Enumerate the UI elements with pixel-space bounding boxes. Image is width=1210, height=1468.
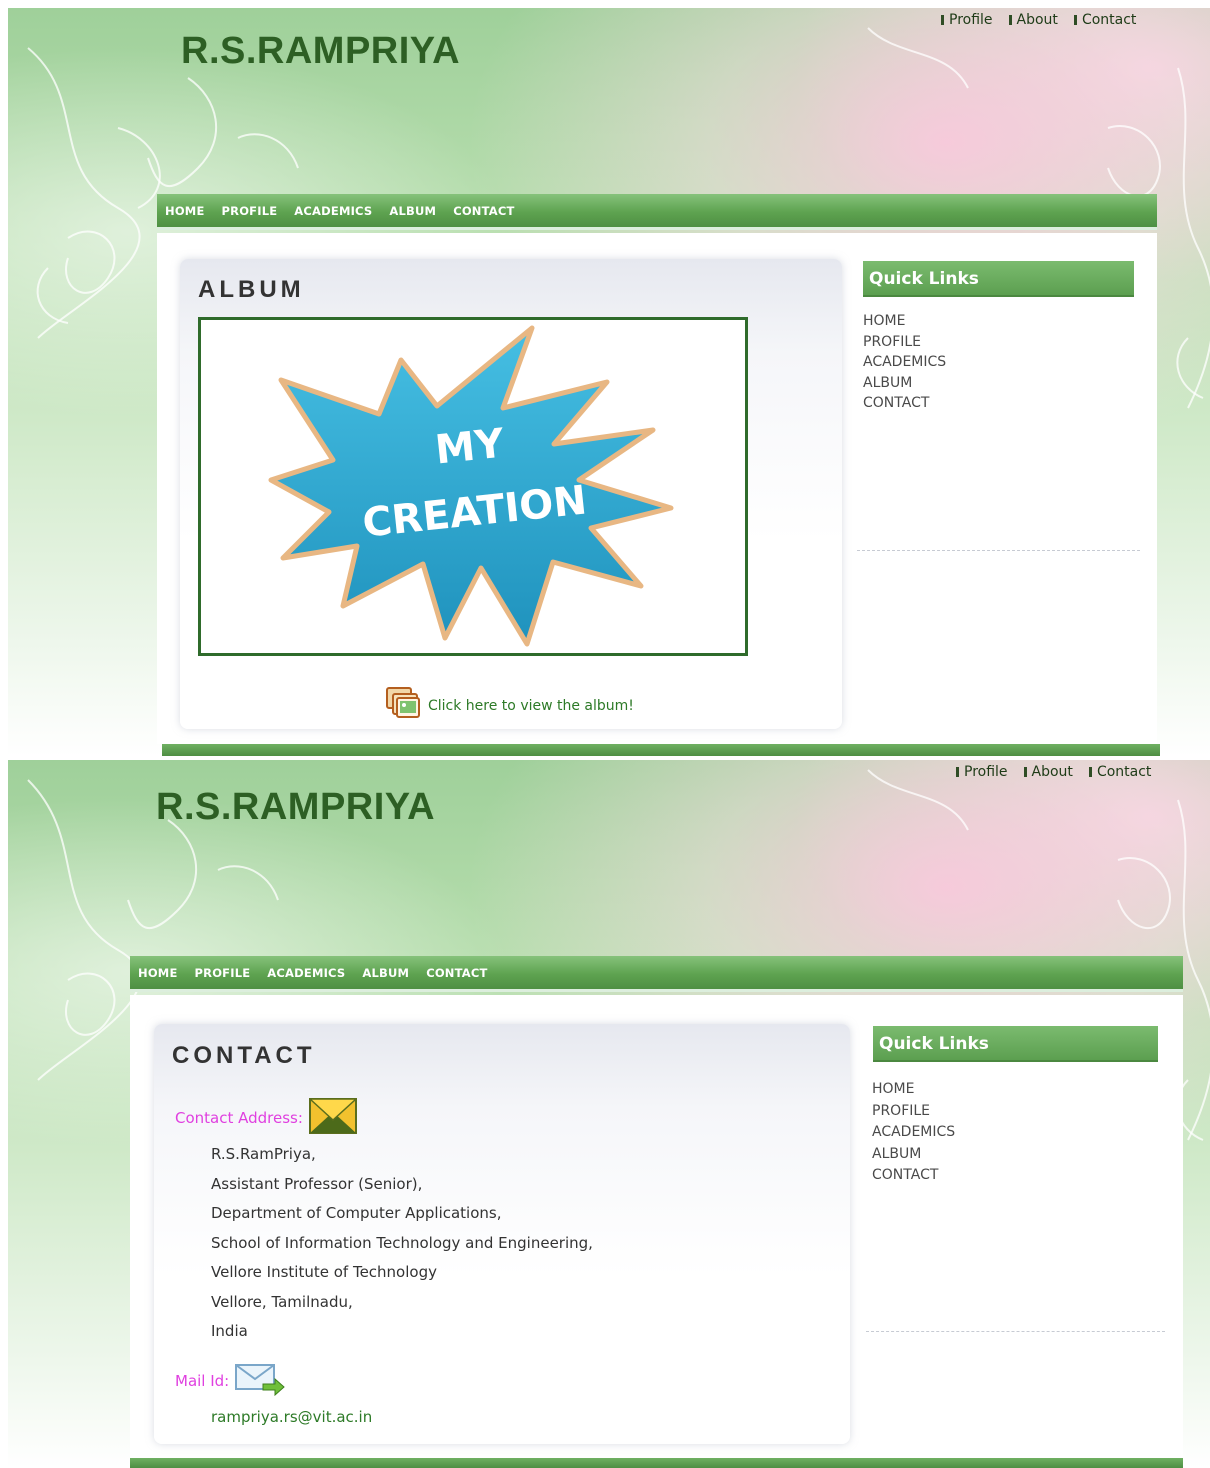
quick-links-divider xyxy=(857,550,1140,551)
nav-contact[interactable]: CONTACT xyxy=(453,204,514,218)
album-icon xyxy=(386,687,422,725)
quick-link-contact[interactable]: CONTACT xyxy=(863,393,946,414)
address-lines: R.S.RamPriya, Assistant Professor (Senio… xyxy=(211,1140,593,1347)
address-line: Department of Computer Applications, xyxy=(211,1204,502,1222)
top-links: Profile About Contact xyxy=(956,764,1151,780)
nav-academics[interactable]: ACADEMICS xyxy=(267,966,345,980)
toplink-about[interactable]: About xyxy=(1023,764,1073,780)
quick-link-academics[interactable]: ACADEMICS xyxy=(872,1122,955,1144)
quick-link-home[interactable]: HOME xyxy=(863,311,946,332)
nav-profile[interactable]: PROFILE xyxy=(195,966,251,980)
address-line: Vellore Institute of Technology xyxy=(211,1263,437,1281)
album-panel: ALBUM MY CREATION Click here to view the… xyxy=(180,259,842,729)
nav-contact[interactable]: CONTACT xyxy=(426,966,487,980)
nav-profile[interactable]: PROFILE xyxy=(222,204,278,218)
contact-address-label: Contact Address: xyxy=(175,1098,358,1138)
album-page: R.S.RAMPRIYA Profile About Contact HOME … xyxy=(8,8,1210,756)
address-line: Vellore, Tamilnadu, xyxy=(211,1292,353,1311)
contact-page: R.S.RAMPRIYA Profile About Contact HOME … xyxy=(8,760,1210,1468)
toplink-contact[interactable]: Contact xyxy=(1088,764,1151,780)
footer-bar xyxy=(162,744,1160,756)
address-line: Assistant Professor (Senior), xyxy=(211,1174,423,1193)
quick-links-header: Quick Links xyxy=(863,261,1134,297)
address-line: R.S.RamPriya, xyxy=(211,1145,316,1163)
nav-album[interactable]: ALBUM xyxy=(362,966,409,980)
mail-send-icon xyxy=(235,1362,286,1400)
address-line: India xyxy=(211,1322,248,1340)
page-title: ALBUM xyxy=(198,276,305,303)
nav-album[interactable]: ALBUM xyxy=(389,204,436,218)
album-image[interactable]: MY CREATION xyxy=(198,317,748,656)
view-album-text: Click here to view the album! xyxy=(428,698,634,714)
site-title: R.S.RAMPRIYA xyxy=(181,30,461,72)
main-nav: HOME PROFILE ACADEMICS ALBUM CONTACT xyxy=(130,956,1183,992)
starburst-line-1: MY xyxy=(433,420,507,473)
quick-link-album[interactable]: ALBUM xyxy=(872,1144,955,1166)
quick-links-header: Quick Links xyxy=(873,1026,1158,1062)
email-link[interactable]: rampriya.rs@vit.ac.in xyxy=(211,1408,372,1426)
footer-bar xyxy=(130,1458,1183,1468)
contact-panel: CONTACT Contact Address: R.S.RamPriya, A… xyxy=(154,1024,850,1444)
quick-links-list: HOME PROFILE ACADEMICS ALBUM CONTACT xyxy=(872,1079,955,1187)
quick-links-list: HOME PROFILE ACADEMICS ALBUM CONTACT xyxy=(863,311,946,414)
quick-link-contact[interactable]: CONTACT xyxy=(872,1165,955,1187)
quick-link-academics[interactable]: ACADEMICS xyxy=(863,352,946,373)
quick-link-home[interactable]: HOME xyxy=(872,1079,955,1101)
view-album-link[interactable]: Click here to view the album! xyxy=(386,687,634,725)
my-creation-starburst: MY CREATION xyxy=(268,325,674,647)
page-title: CONTACT xyxy=(172,1042,316,1069)
quick-link-profile[interactable]: PROFILE xyxy=(863,332,946,353)
quick-link-album[interactable]: ALBUM xyxy=(863,373,946,394)
nav-home[interactable]: HOME xyxy=(138,966,178,980)
toplink-about[interactable]: About xyxy=(1008,12,1058,28)
main-nav: HOME PROFILE ACADEMICS ALBUM CONTACT xyxy=(157,194,1157,230)
top-links: Profile About Contact xyxy=(941,12,1136,28)
nav-home[interactable]: HOME xyxy=(165,204,205,218)
nav-academics[interactable]: ACADEMICS xyxy=(294,204,372,218)
address-line: School of Information Technology and Eng… xyxy=(211,1233,593,1252)
toplink-contact[interactable]: Contact xyxy=(1073,12,1136,28)
toplink-profile[interactable]: Profile xyxy=(956,764,1008,780)
site-title: R.S.RAMPRIYA xyxy=(156,786,436,828)
envelope-icon xyxy=(307,1098,358,1138)
quick-link-profile[interactable]: PROFILE xyxy=(872,1101,955,1123)
mail-id-label: Mail Id: xyxy=(175,1362,286,1400)
toplink-profile[interactable]: Profile xyxy=(941,12,993,28)
quick-links-divider xyxy=(866,1331,1165,1332)
